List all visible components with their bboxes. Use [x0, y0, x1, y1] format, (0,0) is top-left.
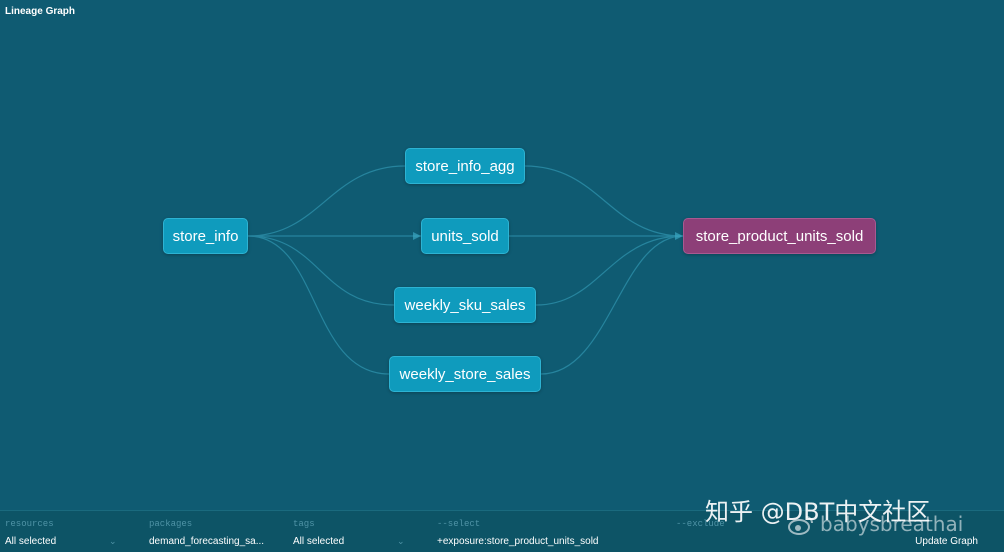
packages-label: packages: [149, 519, 193, 529]
edge-store-info-agg-to-target: [524, 165, 684, 237]
node-store-product-units-sold[interactable]: store_product_units_sold: [683, 218, 876, 254]
tags-filter[interactable]: tags All selected ⌄: [293, 511, 408, 552]
resources-filter[interactable]: resources All selected ⌄: [5, 511, 120, 552]
watermark-weibo: babysbreathai: [820, 512, 964, 536]
edge-store-info-to-store-info-agg: [247, 165, 406, 237]
node-weekly-store-sales[interactable]: weekly_store_sales: [389, 356, 541, 392]
node-units-sold[interactable]: units_sold: [421, 218, 509, 254]
arrow-head: [675, 232, 683, 240]
packages-value: demand_forecasting_sa...: [149, 536, 265, 547]
packages-filter[interactable]: packages demand_forecasting_sa...: [149, 511, 274, 552]
node-store-info-agg[interactable]: store_info_agg: [405, 148, 525, 184]
resources-value: All selected: [5, 536, 57, 547]
lineage-edges: [247, 165, 684, 375]
update-graph-button[interactable]: Update Graph: [915, 536, 978, 547]
resources-label: resources: [5, 519, 54, 529]
tags-label: tags: [293, 519, 315, 529]
edge-store-info-to-weekly-sku-sales: [247, 235, 395, 306]
select-input[interactable]: --select +exposure:store_product_units_s…: [437, 511, 657, 552]
chevron-down-icon[interactable]: ⌄: [397, 536, 405, 547]
edge-weekly-sku-sales-to-target: [535, 235, 684, 306]
chevron-down-icon[interactable]: ⌄: [109, 536, 117, 547]
select-value: +exposure:store_product_units_sold: [437, 536, 599, 547]
node-weekly-sku-sales[interactable]: weekly_sku_sales: [394, 287, 536, 323]
tags-value: All selected: [293, 536, 345, 547]
weibo-icon: [788, 516, 813, 535]
node-store-info[interactable]: store_info: [163, 218, 248, 254]
edge-weekly-store-sales-to-target: [540, 235, 684, 375]
select-label: --select: [437, 519, 481, 529]
arrow-head: [413, 232, 421, 240]
edge-store-info-to-weekly-store-sales: [247, 235, 390, 375]
